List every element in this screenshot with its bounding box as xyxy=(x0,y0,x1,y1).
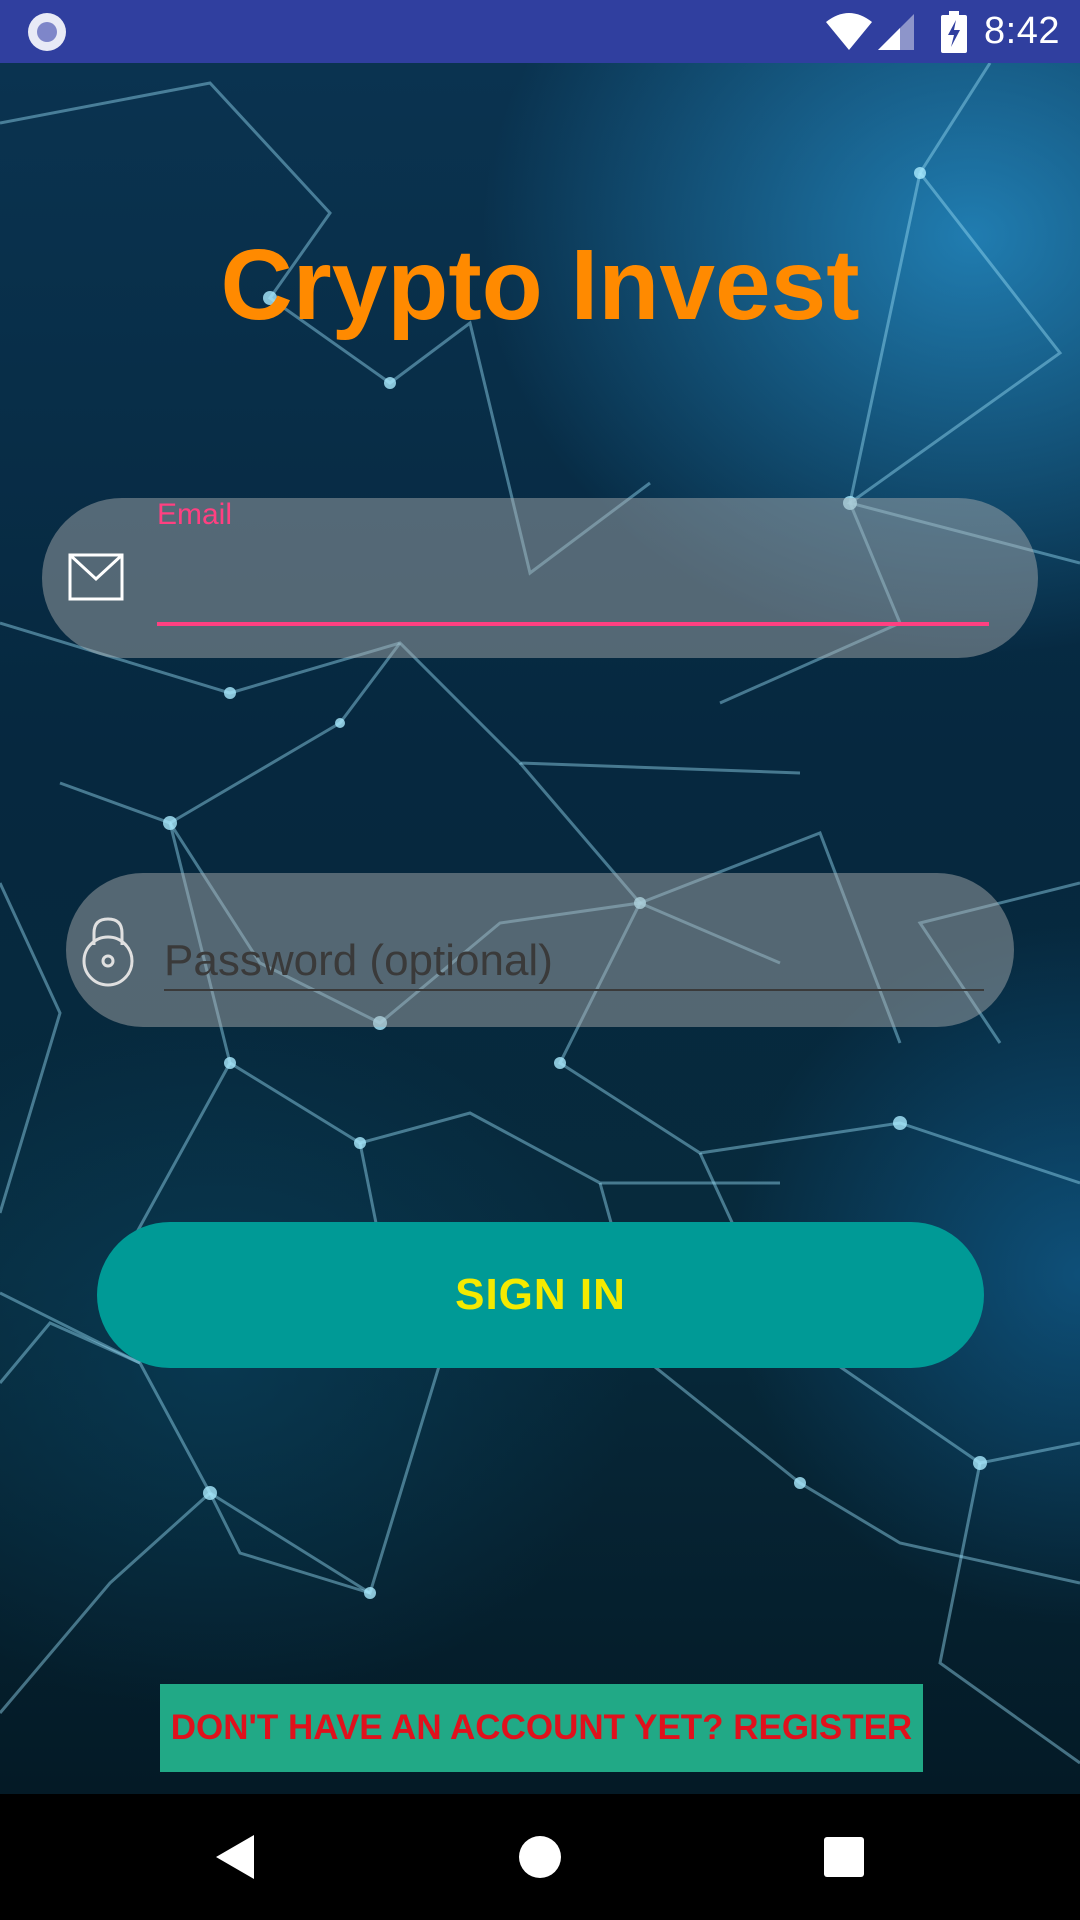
password-underline xyxy=(164,989,984,991)
login-screen: 8:42 Crypto Invest Email SIGN IN DON'T H… xyxy=(0,0,1080,1920)
register-button[interactable]: DON'T HAVE AN ACCOUNT YET? REGISTER xyxy=(160,1684,923,1772)
wifi-icon xyxy=(826,12,873,50)
lock-icon xyxy=(82,917,134,987)
email-underline xyxy=(157,622,989,626)
app-title: Crypto Invest xyxy=(220,229,860,341)
recents-icon xyxy=(824,1837,864,1877)
back-icon xyxy=(216,1835,254,1879)
status-time: 8:42 xyxy=(984,10,1060,52)
sign-in-button[interactable]: SIGN IN xyxy=(97,1222,984,1368)
home-button[interactable] xyxy=(460,1794,620,1920)
envelope-icon xyxy=(68,553,124,601)
email-input[interactable] xyxy=(157,546,989,606)
circle-notification-icon xyxy=(28,13,66,51)
recents-button[interactable] xyxy=(764,1794,924,1920)
status-icons: 8:42 xyxy=(824,0,1060,63)
battery-charging-icon xyxy=(941,10,968,53)
password-field[interactable] xyxy=(66,873,1014,1027)
email-label: Email xyxy=(157,498,233,531)
home-icon xyxy=(519,1836,561,1878)
email-field[interactable]: Email xyxy=(42,498,1038,658)
status-bar: 8:42 xyxy=(0,0,1080,63)
cell-signal-icon xyxy=(878,13,915,50)
password-input[interactable] xyxy=(164,933,984,989)
navigation-bar xyxy=(0,1794,1080,1920)
back-button[interactable] xyxy=(156,1794,316,1920)
